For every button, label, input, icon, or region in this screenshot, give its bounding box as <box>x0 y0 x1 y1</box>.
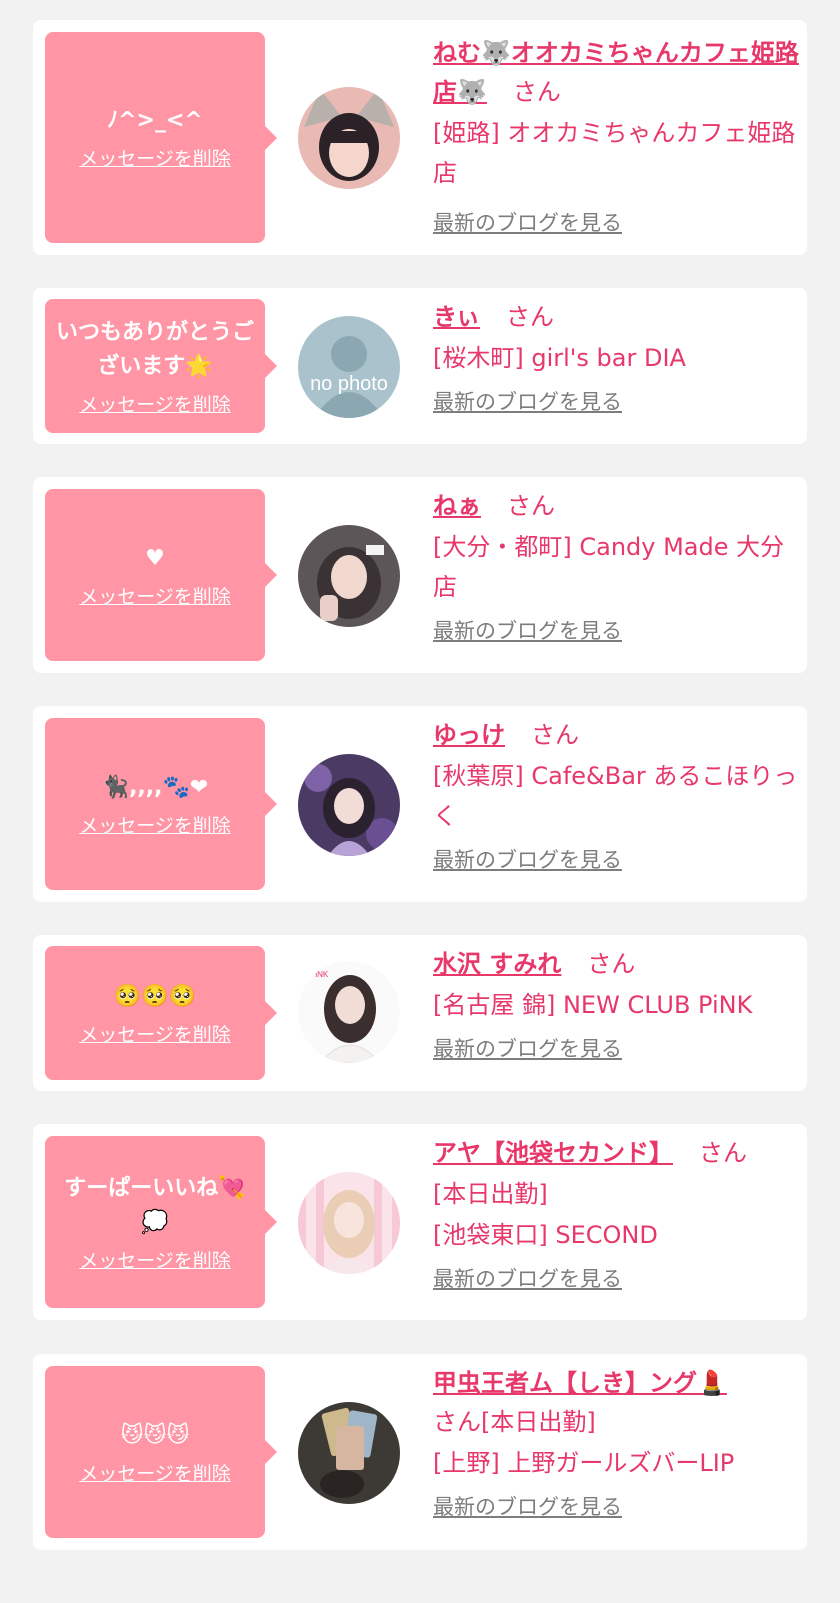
avatar[interactable] <box>298 1172 400 1274</box>
cast-info: 甲虫王者ム【しき】ング💄 さん[本日出勤] [上野] 上野ガールズバーLIP 最… <box>433 1364 799 1521</box>
avatar[interactable] <box>298 1402 400 1504</box>
delete-message-link[interactable]: メッセージを削除 <box>79 1459 231 1486</box>
message-text: ♥ <box>145 545 165 571</box>
cast-info: ねぁ さん [大分・都町] Candy Made 大分店 最新のブログを見る <box>433 487 799 645</box>
message-bubble: すーぱーいいね💘💭 メッセージを削除 <box>45 1136 265 1308</box>
message-card: 🐈‍⬛,,,,🐾❤ メッセージを削除 ゆっけ さん [秋葉原] Cafe&Bar … <box>33 706 807 902</box>
svg-text:no photo: no photo <box>310 373 388 395</box>
view-blog-link[interactable]: 最新のブログを見る <box>433 615 622 645</box>
shop-info: [池袋東口] SECOND <box>433 1221 658 1249</box>
cast-name-link[interactable]: ねむ🐺オオカミちゃんカフェ姫路店🐺 <box>433 39 799 106</box>
delete-message-link[interactable]: メッセージを削除 <box>79 1246 231 1273</box>
delete-message-link[interactable]: メッセージを削除 <box>79 1020 231 1047</box>
cast-info: ゆっけ さん [秋葉原] Cafe&Bar あるこほりっく 最新のブログを見る <box>433 716 799 874</box>
avatar[interactable]: no photo <box>298 316 400 418</box>
message-text: 🐈‍⬛,,,,🐾❤ <box>101 774 209 800</box>
message-text: すーぱーいいね💘💭 <box>64 1175 246 1235</box>
message-text: いつもありがとうございます🌟 <box>55 319 254 379</box>
cast-name-link[interactable]: 水沢 すみれ <box>433 950 561 978</box>
cast-info: 水沢 すみれ さん [名古屋 錦] NEW CLUB PiNK 最新のブログを見る <box>433 945 799 1063</box>
message-card: ♥ メッセージを削除 ねぁ さん [大分・都町] Candy Made 大分店 最… <box>33 477 807 673</box>
honorific: さん <box>587 950 636 978</box>
message-card: 🥺🥺🥺 メッセージを削除 PiNK 水沢 すみれ さん [名古屋 錦] NEW C… <box>33 935 807 1091</box>
view-blog-link[interactable]: 最新のブログを見る <box>433 844 622 874</box>
honorific: さん <box>531 721 579 749</box>
cast-name-link[interactable]: 甲虫王者ム【しき】ング💄 <box>433 1369 727 1397</box>
view-blog-link[interactable]: 最新のブログを見る <box>433 1263 622 1293</box>
honorific: さん <box>506 303 555 331</box>
avatar[interactable] <box>298 87 400 189</box>
shop-info: [上野] 上野ガールズバーLIP <box>433 1449 735 1477</box>
message-bubble: 😼😼😼 メッセージを削除 <box>45 1366 265 1538</box>
view-blog-link[interactable]: 最新のブログを見る <box>433 386 622 416</box>
shop-info: [秋葉原] Cafe&Bar あるこほりっく <box>433 762 798 830</box>
message-card: ﾉ^>_<^ メッセージを削除 ねむ🐺オオカミちゃんカフェ姫路店🐺 さん [姫路]… <box>33 20 807 255</box>
message-card: 😼😼😼 メッセージを削除 甲虫王者ム【しき】ング💄 さん[本日出勤] [上野] … <box>33 1354 807 1550</box>
message-bubble: 🐈‍⬛,,,,🐾❤ メッセージを削除 <box>45 718 265 890</box>
cast-name-link[interactable]: きぃ <box>433 303 480 331</box>
honorific: さん <box>507 492 555 520</box>
honorific: さん[本日出勤] <box>433 1408 596 1436</box>
view-blog-link[interactable]: 最新のブログを見る <box>433 207 622 237</box>
avatar[interactable] <box>298 525 400 627</box>
cast-name-link[interactable]: ゆっけ <box>433 721 505 749</box>
svg-text:PiNK: PiNK <box>310 970 329 979</box>
delete-message-link[interactable]: メッセージを削除 <box>79 582 231 609</box>
avatar[interactable] <box>298 754 400 856</box>
cast-name-link[interactable]: ねぁ <box>433 492 481 520</box>
message-card: いつもありがとうございます🌟 メッセージを削除 no photo きぃ さん [桜… <box>33 288 807 444</box>
delete-message-link[interactable]: メッセージを削除 <box>79 390 231 417</box>
shop-info: [姫路] オオカミちゃんカフェ姫路店 <box>433 119 796 187</box>
shop-info: [大分・都町] Candy Made 大分店 <box>433 533 785 601</box>
message-text: 🥺🥺🥺 <box>113 983 197 1009</box>
message-bubble: ♥ メッセージを削除 <box>45 489 265 661</box>
message-card: すーぱーいいね💘💭 メッセージを削除 アヤ【池袋セカンド】 さん [本日出勤] [… <box>33 1124 807 1320</box>
delete-message-link[interactable]: メッセージを削除 <box>79 811 231 838</box>
avatar[interactable]: PiNK <box>298 961 400 1063</box>
message-list: ﾉ^>_<^ メッセージを削除 ねむ🐺オオカミちゃんカフェ姫路店🐺 さん [姫路]… <box>0 0 840 1603</box>
cast-info: アヤ【池袋セカンド】 さん [本日出勤] [池袋東口] SECOND 最新のブログ… <box>433 1134 799 1293</box>
cast-info: きぃ さん [桜木町] girl's bar DIA 最新のブログを見る <box>433 298 799 416</box>
shop-info: [桜木町] girl's bar DIA <box>433 344 686 372</box>
message-bubble: 🥺🥺🥺 メッセージを削除 <box>45 946 265 1080</box>
shop-info: [本日出勤] <box>433 1180 548 1208</box>
view-blog-link[interactable]: 最新のブログを見る <box>433 1491 622 1521</box>
message-text: ﾉ^>_<^ <box>107 108 203 133</box>
shop-info: [名古屋 錦] NEW CLUB PiNK <box>433 991 753 1019</box>
message-bubble: いつもありがとうございます🌟 メッセージを削除 <box>45 299 265 433</box>
delete-message-link[interactable]: メッセージを削除 <box>79 144 231 171</box>
honorific: さん <box>699 1139 747 1167</box>
view-blog-link[interactable]: 最新のブログを見る <box>433 1033 622 1063</box>
cast-info: ねむ🐺オオカミちゃんカフェ姫路店🐺 さん [姫路] オオカミちゃんカフェ姫路店 最… <box>433 34 799 237</box>
message-bubble: ﾉ^>_<^ メッセージを削除 <box>45 32 265 243</box>
message-text: 😼😼😼 <box>120 1422 190 1448</box>
honorific: さん <box>512 78 561 106</box>
cast-name-link[interactable]: アヤ【池袋セカンド】 <box>433 1139 673 1167</box>
